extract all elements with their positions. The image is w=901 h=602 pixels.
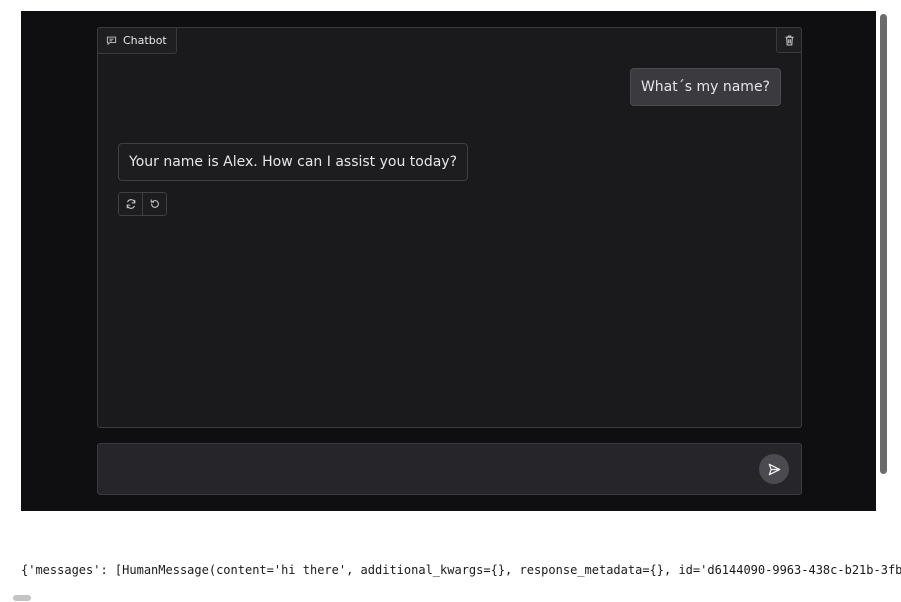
retry-icon	[126, 199, 135, 209]
assistant-message: Your name is Alex. How can I assist you …	[118, 143, 469, 181]
message-input[interactable]	[110, 454, 754, 486]
trash-icon	[784, 35, 794, 45]
retry-button[interactable]	[119, 193, 142, 215]
clear-chat-button[interactable]	[776, 27, 802, 53]
app-frame: Chatbot What´s my name? Your name is Ale…	[21, 11, 876, 511]
message-input-bar	[97, 443, 802, 495]
user-message: What´s my name?	[629, 68, 781, 106]
chatbot-panel: Chatbot What´s my name? Your name is Ale…	[97, 27, 802, 428]
vertical-scrollbar[interactable]	[876, 11, 890, 511]
chat-bubble-icon	[106, 36, 117, 46]
undo-icon	[150, 199, 159, 208]
horizontal-scrollbar-thumb[interactable]	[13, 595, 31, 601]
chatbot-label: Chatbot	[97, 27, 177, 54]
chatbot-label-text: Chatbot	[123, 34, 167, 47]
vertical-scrollbar-thumb[interactable]	[880, 14, 887, 474]
undo-button[interactable]	[142, 193, 166, 215]
message-actions	[118, 192, 167, 216]
send-button[interactable]	[759, 454, 789, 484]
send-icon	[768, 463, 780, 475]
state-output-text: {'messages': [HumanMessage(content='hi t…	[21, 563, 901, 577]
